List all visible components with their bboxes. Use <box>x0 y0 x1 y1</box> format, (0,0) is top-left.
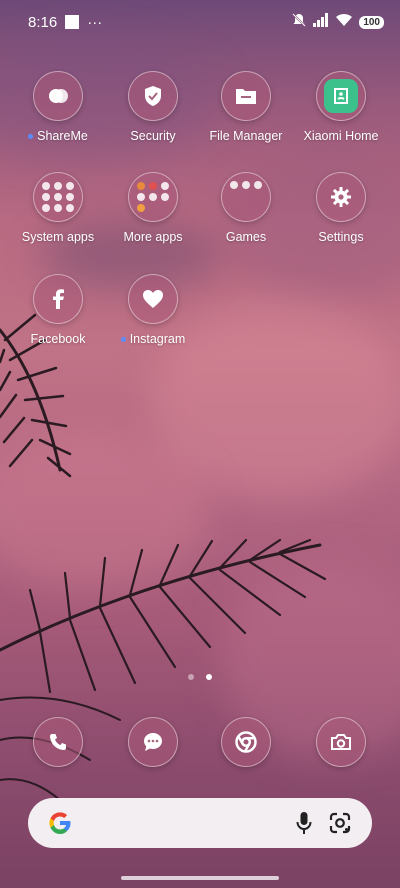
app-security[interactable]: Security <box>106 71 200 143</box>
folder-games[interactable]: Games <box>199 172 293 244</box>
status-bar: 8:16 ··· 100 <box>0 0 400 44</box>
folder-grid-icon[interactable] <box>221 172 271 222</box>
dock-chrome[interactable] <box>221 717 271 767</box>
app-file-manager[interactable]: File Manager <box>199 71 293 143</box>
app-label: More apps <box>123 230 183 244</box>
signal-icon <box>313 13 329 31</box>
folder-more-apps[interactable]: More apps <box>106 172 200 244</box>
more-notifications-indicator: ··· <box>87 13 103 31</box>
app-label: ShareMe <box>37 129 88 143</box>
folder-system-apps[interactable]: System apps <box>11 172 105 244</box>
shareme-icon[interactable] <box>33 71 83 121</box>
gear-icon[interactable] <box>316 172 366 222</box>
google-logo-icon[interactable] <box>42 805 78 841</box>
chrome-icon[interactable] <box>221 717 271 767</box>
app-label: Games <box>225 230 267 244</box>
folder-grid-icon[interactable] <box>128 172 178 222</box>
app-facebook[interactable]: Facebook <box>11 274 105 346</box>
status-time: 8:16 <box>28 13 58 31</box>
folder-grid-icon[interactable] <box>33 172 83 222</box>
app-settings[interactable]: Settings <box>294 172 388 244</box>
microphone-icon[interactable] <box>286 805 322 841</box>
app-label: Facebook <box>30 332 86 346</box>
phone-icon[interactable] <box>33 717 83 767</box>
app-label: Settings <box>318 230 364 244</box>
camera-icon[interactable] <box>316 717 366 767</box>
heart-icon[interactable] <box>128 274 178 324</box>
google-search-bar[interactable] <box>28 798 372 848</box>
xiaomi-home-icon-wrap[interactable] <box>316 71 366 121</box>
messages-icon[interactable] <box>128 717 178 767</box>
page-dot[interactable] <box>188 674 194 680</box>
folder-icon[interactable] <box>221 71 271 121</box>
lens-icon[interactable] <box>322 805 358 841</box>
app-xiaomi-home[interactable]: Xiaomi Home <box>294 71 388 143</box>
dock-camera[interactable] <box>316 717 366 767</box>
app-label: Security <box>130 129 176 143</box>
app-instagram[interactable]: Instagram <box>106 274 200 346</box>
notification-icon <box>65 15 80 29</box>
dock-messages[interactable] <box>128 717 178 767</box>
page-dot-active[interactable] <box>206 674 212 680</box>
app-label: System apps <box>21 230 95 244</box>
app-label: Instagram <box>129 332 186 346</box>
mute-icon <box>291 12 307 32</box>
home-indicator[interactable] <box>121 876 279 880</box>
security-shield-icon[interactable] <box>128 71 178 121</box>
app-label: Xiaomi Home <box>303 129 379 143</box>
wifi-icon <box>335 13 353 31</box>
app-shareme[interactable]: ShareMe <box>11 71 105 143</box>
battery-icon: 100 <box>359 15 384 29</box>
dock-phone[interactable] <box>33 717 83 767</box>
facebook-icon[interactable] <box>33 274 83 324</box>
app-label: File Manager <box>209 129 283 143</box>
page-indicator <box>0 674 400 680</box>
new-indicator-dot <box>120 336 126 342</box>
new-indicator-dot <box>28 133 34 139</box>
xiaomi-home-icon <box>324 79 358 113</box>
